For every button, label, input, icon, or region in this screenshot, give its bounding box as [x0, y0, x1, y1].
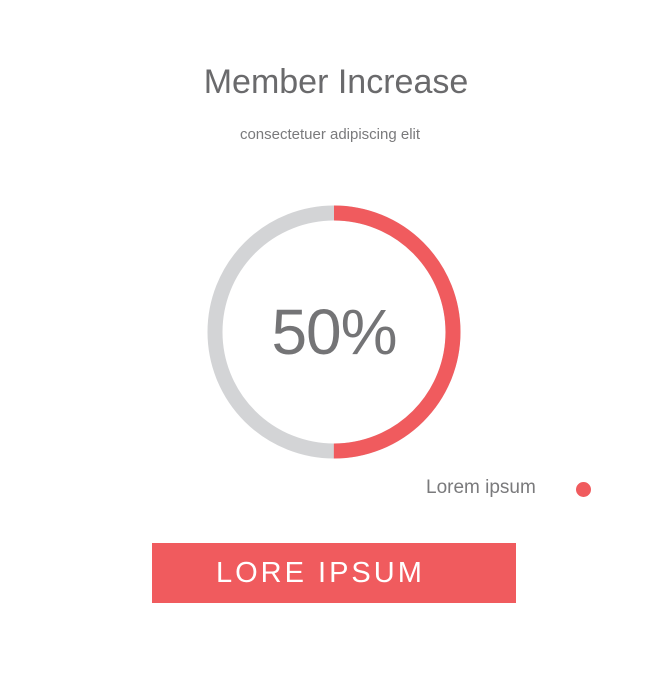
page-subtitle: consectetuer adipiscing elit	[239, 126, 421, 143]
progress-value: 50%	[271, 296, 397, 368]
page-title: Member Increase	[203, 63, 469, 101]
progress-ring: 50%	[207, 205, 461, 459]
legend-dot	[576, 482, 591, 497]
lore-ipsum-button[interactable]: LORE IPSUM	[152, 543, 516, 603]
legend-label: Lorem ipsum	[426, 477, 536, 498]
